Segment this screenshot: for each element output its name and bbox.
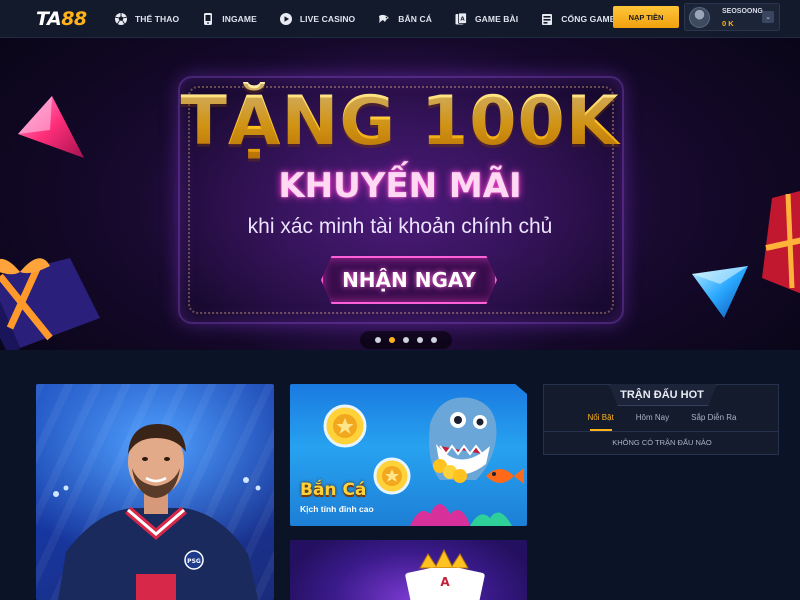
- fishing-game-tile[interactable]: Bắn Cá Kịch tính đỉnh cao: [290, 384, 527, 526]
- avatar[interactable]: [689, 7, 710, 28]
- mobile-game-icon: [201, 12, 215, 26]
- site-logo[interactable]: TA88: [36, 8, 87, 30]
- nav-item-sports[interactable]: THỂ THAO: [114, 0, 179, 38]
- deposit-button[interactable]: NẠP TIỀN: [613, 6, 679, 28]
- nav-item-ingame[interactable]: INGAME: [201, 0, 257, 38]
- banner-subheadline: KHUYẾN MÃI: [278, 166, 522, 206]
- carousel-dot[interactable]: [431, 337, 437, 343]
- claim-now-button[interactable]: NHẬN NGAY: [321, 256, 497, 304]
- divider: [544, 431, 778, 432]
- promo-banner-carousel[interactable]: TẶNG 100K KHUYẾN MÃI khi xác minh tài kh…: [0, 38, 800, 350]
- top-navigation-bar: TA88 THỂ THAO INGAME LIVE CASINO BẮN CÁ: [0, 0, 800, 38]
- banner-tagline: khi xác minh tài khoản chính chủ: [247, 215, 553, 238]
- svg-text:PSG: PSG: [187, 558, 201, 565]
- fishing-tile-title: Bắn Cá: [300, 480, 367, 500]
- banner-headline: TẶNG 100K: [0, 82, 800, 161]
- chevron-down-icon: ⌄: [765, 14, 771, 21]
- carousel-dot[interactable]: [403, 337, 409, 343]
- account-menu-toggle[interactable]: ⌄: [762, 11, 774, 23]
- username: SEOSOONG: [722, 8, 763, 15]
- soccer-ball-icon: [114, 12, 128, 26]
- deposit-label: NẠP TIỀN: [628, 12, 664, 22]
- nav-item-card-games[interactable]: A GAME BÀI: [454, 0, 518, 38]
- hot-matches-panel: TRẬN ĐẤU HOT Nổi Bật Hôm Nay Sắp Diễn Ra…: [543, 384, 779, 455]
- tab-featured[interactable]: Nổi Bật: [588, 413, 614, 431]
- nav-label: INGAME: [222, 14, 257, 24]
- fish-icon: [377, 12, 391, 26]
- hot-matches-title: TRẬN ĐẤU HOT: [620, 389, 704, 401]
- gift-box-decoration: [762, 191, 800, 294]
- main-menu: THỂ THAO INGAME LIVE CASINO BẮN CÁ A GAM…: [114, 0, 654, 38]
- empty-state-message: KHÔNG CÓ TRẬN ĐẤU NÀO: [612, 438, 712, 447]
- svg-text:A: A: [460, 17, 465, 23]
- game-portal-icon: [540, 12, 554, 26]
- tab-today[interactable]: Hôm Nay: [636, 413, 669, 431]
- live-play-icon: [279, 12, 293, 26]
- cards-icon: A: [454, 12, 468, 26]
- nav-label: BẮN CÁ: [398, 14, 432, 24]
- carousel-dot[interactable]: [417, 337, 423, 343]
- logo-number: 88: [61, 8, 87, 30]
- cta-label: NHẬN NGAY: [342, 268, 476, 292]
- nav-item-live-casino[interactable]: LIVE CASINO: [279, 0, 355, 38]
- card-game-tile[interactable]: A: [290, 540, 527, 600]
- nav-item-fishing[interactable]: BẮN CÁ: [377, 0, 432, 38]
- gift-box-decoration: [0, 258, 100, 350]
- carousel-pagination: [360, 331, 452, 349]
- fishing-tile-subtitle: Kịch tính đỉnh cao: [300, 504, 374, 514]
- nav-label: GAME BÀI: [474, 14, 519, 24]
- logo-text: TA: [36, 8, 62, 30]
- nav-label: LIVE CASINO: [299, 14, 356, 24]
- tab-upcoming[interactable]: Sắp Diễn Ra: [691, 413, 736, 431]
- carousel-dot-active[interactable]: [389, 337, 395, 343]
- blue-gem-decoration: [692, 266, 748, 318]
- football-player-illustration: PSG: [53, 424, 261, 600]
- hot-matches-tabs: Nổi Bật Hôm Nay Sắp Diễn Ra: [544, 413, 780, 431]
- user-account-box[interactable]: SEOSOONG 0 K ⌄: [684, 3, 780, 31]
- account-balance: 0 K: [722, 19, 734, 28]
- card-game-illustration: A: [405, 548, 485, 600]
- svg-text:A: A: [440, 575, 450, 589]
- carousel-dot[interactable]: [375, 337, 381, 343]
- sports-promo-tile[interactable]: PSG: [36, 384, 274, 600]
- nav-label: THỂ THAO: [135, 14, 180, 24]
